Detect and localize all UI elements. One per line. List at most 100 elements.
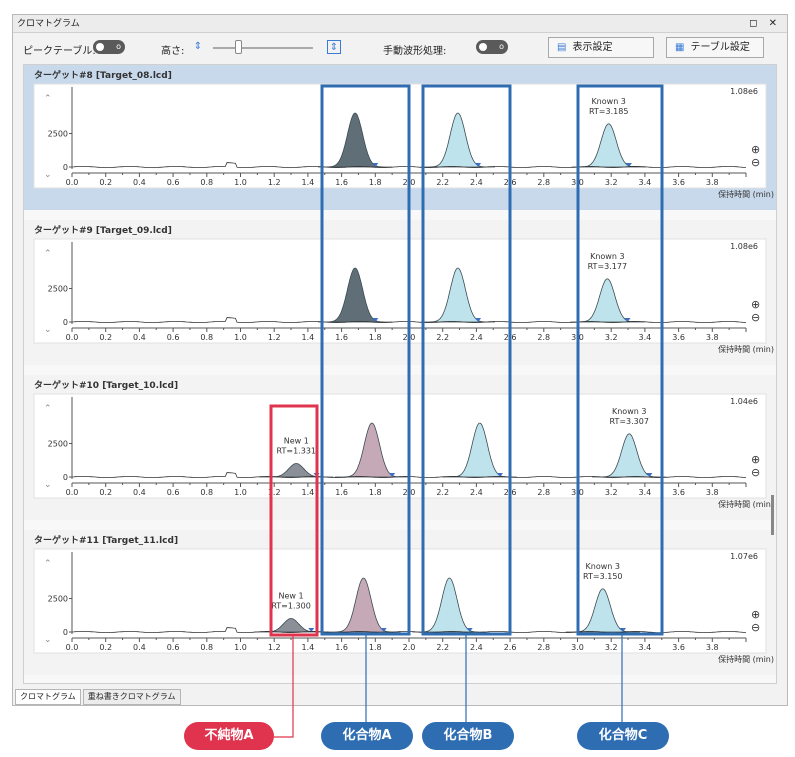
manual-processing-toggle[interactable]: o (476, 40, 508, 54)
x-tick-label: 3.8 (706, 333, 719, 342)
x-tick-label: 2.8 (537, 178, 550, 187)
chart-scale-label: 1.08e6 (730, 242, 758, 251)
chromatogram-panel[interactable]: ターゲット#11 [Target_11.lcd] 1.07e6 ⌃ ⌄ 2500 0 0.0… (24, 530, 776, 675)
chart-scale-label: 1.04e6 (730, 397, 758, 406)
chromatogram-chart-target-08[interactable]: ターゲット#8 [Target_08.lcd] 1.08e6 ⌃ ⌄ 2500 0 0.0 0… (24, 65, 776, 210)
scroll-up-icon: ⌃ (44, 249, 52, 259)
plot-area (33, 238, 767, 344)
display-settings-button[interactable]: ▤ 表示設定 (548, 37, 654, 58)
peak-annotation-name: Known 3 (591, 97, 625, 106)
x-tick-label: 3.2 (605, 333, 618, 342)
x-tick-label: 1.4 (302, 488, 315, 497)
plot-area (33, 393, 767, 499)
x-tick-label: 3.4 (639, 488, 652, 497)
x-tick-label: 1.6 (335, 643, 348, 652)
peak-annotation-rt: RT=3.185 (589, 107, 628, 116)
x-tick-label: 2.4 (470, 488, 483, 497)
x-tick-label: 0.0 (66, 488, 79, 497)
x-tick-label: 0.2 (99, 488, 112, 497)
chromatogram-chart-target-10[interactable]: ターゲット#10 [Target_10.lcd] 1.04e6 ⌃ ⌄ 2500 0 0.0… (24, 375, 776, 520)
peak-annotation-rt: RT=3.150 (583, 572, 622, 581)
chromatogram-chart-target-11[interactable]: ターゲット#11 [Target_11.lcd] 1.07e6 ⌃ ⌄ 2500 0 0.0… (24, 530, 776, 675)
vertical-scrollbar[interactable] (771, 495, 774, 535)
display-settings-icon: ▤ (557, 42, 567, 53)
x-tick-label: 1.6 (335, 488, 348, 497)
zoom-out-icon: ⊖ (751, 311, 760, 324)
x-tick-label: 2.0 (403, 333, 416, 342)
x-tick-label: 3.0 (571, 178, 584, 187)
x-tick-label: 0.4 (133, 643, 146, 652)
height-slider-track[interactable] (213, 47, 313, 49)
x-tick-label: 1.0 (234, 643, 247, 652)
peak-table-toggle[interactable]: o (93, 40, 125, 54)
y-tick-label: 2500 (48, 595, 68, 604)
x-tick-label: 2.2 (436, 643, 449, 652)
window-titlebar: クロマトグラム ◻ ✕ (13, 15, 787, 33)
x-tick-label: 2.8 (537, 333, 550, 342)
zoom-out-icon: ⊖ (751, 621, 760, 634)
x-tick-label: 0.0 (66, 333, 79, 342)
x-tick-label: 1.8 (369, 178, 382, 187)
zoom-out-icon: ⊖ (751, 156, 760, 169)
x-tick-label: 1.4 (302, 643, 315, 652)
x-tick-label: 2.0 (403, 178, 416, 187)
tab-overlay-chromatogram[interactable]: 重ね書きクロマトグラム (82, 689, 181, 705)
y-tick-label: 0 (63, 318, 68, 327)
x-tick-label: 3.8 (706, 178, 719, 187)
plot-area (33, 548, 767, 654)
x-tick-label: 3.6 (672, 333, 685, 342)
x-tick-label: 1.0 (234, 178, 247, 187)
y-tick-label: 0 (63, 163, 68, 172)
x-tick-label: 0.8 (200, 333, 213, 342)
x-tick-label: 0.8 (200, 643, 213, 652)
chromatogram-panel[interactable]: ターゲット#9 [Target_09.lcd] 1.08e6 ⌃ ⌄ 2500 0 0.0 0… (24, 220, 776, 365)
scroll-down-icon: ⌄ (44, 325, 52, 335)
y-tick-label: 2500 (48, 130, 68, 139)
x-tick-label: 2.4 (470, 178, 483, 187)
callout-compound-c: 化合物C (577, 722, 669, 750)
x-tick-label: 3.8 (706, 488, 719, 497)
x-tick-label: 0.8 (200, 178, 213, 187)
scroll-up-icon: ⌃ (44, 94, 52, 104)
x-tick-label: 3.6 (672, 488, 685, 497)
x-tick-label: 0.4 (133, 488, 146, 497)
x-tick-label: 1.2 (268, 178, 281, 187)
chromatogram-chart-target-09[interactable]: ターゲット#9 [Target_09.lcd] 1.08e6 ⌃ ⌄ 2500 0 0.0 0… (24, 220, 776, 365)
chromatogram-plots-area[interactable]: ターゲット#8 [Target_08.lcd] 1.08e6 ⌃ ⌄ 2500 0 0.0 0… (23, 64, 777, 684)
x-tick-label: 1.8 (369, 333, 382, 342)
zoom-out-icon: ⊖ (751, 466, 760, 479)
chromatogram-panel[interactable]: ターゲット#8 [Target_08.lcd] 1.08e6 ⌃ ⌄ 2500 0 0.0 0… (24, 65, 776, 210)
x-tick-label: 1.4 (302, 178, 315, 187)
peak-annotation-rt: RT=3.307 (609, 417, 648, 426)
chromatogram-panel[interactable]: ターゲット#10 [Target_10.lcd] 1.04e6 ⌃ ⌄ 2500 0 0.0… (24, 375, 776, 520)
zoom-in-icon: ⊕ (751, 453, 760, 466)
x-tick-label: 0.8 (200, 488, 213, 497)
x-tick-label: 2.6 (504, 178, 517, 187)
x-tick-label: 3.2 (605, 178, 618, 187)
scroll-down-icon: ⌄ (44, 635, 52, 645)
x-tick-label: 2.0 (403, 488, 416, 497)
chart-title: ターゲット#8 [Target_08.lcd] (34, 69, 172, 81)
x-tick-label: 2.6 (504, 488, 517, 497)
scroll-down-icon: ⌄ (44, 170, 52, 180)
peak-annotation-rt: RT=3.177 (588, 262, 627, 271)
x-tick-label: 0.6 (167, 488, 180, 497)
zoom-in-icon: ⊕ (751, 608, 760, 621)
table-settings-button[interactable]: ▦ テーブル設定 (666, 37, 764, 58)
x-tick-label: 0.4 (133, 178, 146, 187)
tab-chromatogram[interactable]: クロマトグラム (15, 689, 81, 705)
window-controls[interactable]: ◻ ✕ (749, 15, 781, 33)
height-slider-thumb[interactable] (235, 40, 242, 54)
x-tick-label: 0.2 (99, 333, 112, 342)
zoom-in-icon: ⊕ (751, 298, 760, 311)
y-tick-label: 0 (63, 628, 68, 637)
callout-compound-a: 化合物A (321, 722, 413, 750)
x-tick-label: 3.4 (639, 643, 652, 652)
height-expand-icon[interactable]: ⇕ (327, 40, 341, 54)
height-shrink-icon[interactable]: ⇕ (191, 40, 205, 54)
x-tick-label: 1.8 (369, 488, 382, 497)
zoom-in-icon: ⊕ (751, 143, 760, 156)
x-axis-label: 保持時間 (min) (718, 499, 774, 509)
peak-annotation-name: Known 3 (586, 562, 620, 571)
chart-title: ターゲット#11 [Target_11.lcd] (34, 534, 178, 546)
